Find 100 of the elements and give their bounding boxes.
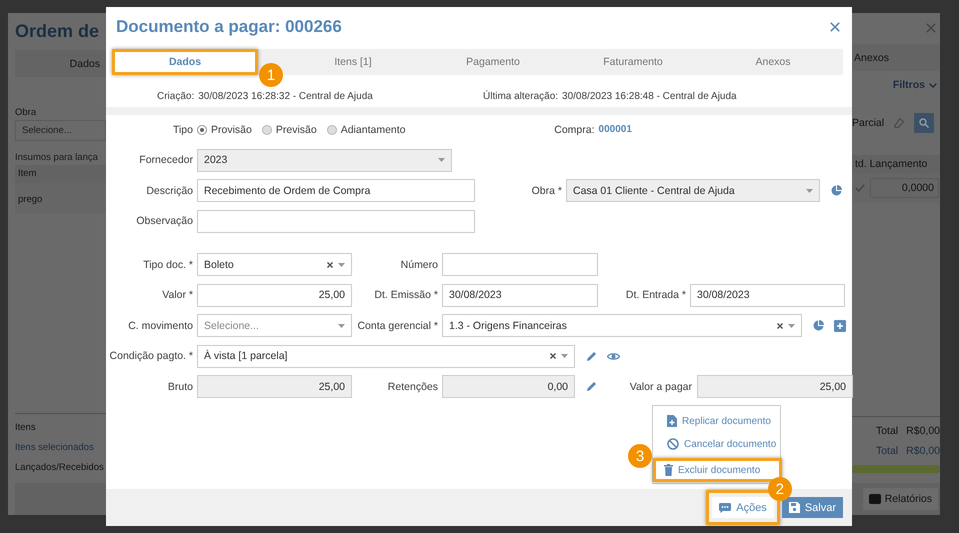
field-label: Valor * (161, 289, 194, 301)
field-label: Obra * (530, 184, 563, 196)
caret-icon (438, 158, 445, 162)
option-label: Parcial (852, 117, 884, 129)
pie-chart-icon[interactable] (813, 320, 824, 331)
info-label: Criação: (157, 90, 194, 102)
total-label: Total (876, 445, 898, 456)
caret-icon (806, 188, 813, 192)
clear-icon (550, 353, 556, 359)
field-label: Descrição (145, 184, 194, 196)
save-button[interactable]: Salvar (782, 497, 843, 518)
chat-bubble-icon (719, 502, 732, 512)
close-button[interactable] (828, 20, 842, 34)
input-field[interactable]: Recebimento de Ordem de Compra (197, 179, 475, 202)
table-header-cell: td. Lançamento (852, 155, 940, 173)
close-icon (926, 23, 936, 33)
field-label: Dt. Entrada * (624, 289, 687, 301)
chevron-down-icon (929, 82, 937, 88)
caret-icon (561, 354, 568, 358)
field-label: Compra: (553, 124, 596, 136)
info-value: 30/08/2023 16:28:48 - Central de Ajuda (562, 90, 737, 102)
close-icon (830, 22, 840, 32)
input-field[interactable]: 25,00 (697, 375, 853, 398)
input-field[interactable]: 30/08/2023 (690, 284, 845, 306)
add-icon[interactable] (834, 320, 846, 332)
radio-button[interactable]: Adiantamento (326, 124, 406, 136)
input-field[interactable]: 25,00 (197, 375, 352, 398)
select-field[interactable]: Selecione... (197, 314, 352, 337)
field-label: Condição pagto. * (108, 350, 194, 362)
info-value: 30/08/2023 16:28:32 - Central de Ajuda (198, 90, 373, 102)
field-label: Bruto (166, 380, 194, 392)
eraser-icon (894, 118, 904, 128)
menu-item[interactable]: Replicar documento (656, 412, 777, 430)
total-label: Total (876, 425, 898, 436)
step-badge: 1 (259, 63, 283, 87)
eye-icon[interactable] (607, 352, 620, 360)
summary-label: Itens selecionados (15, 442, 95, 453)
tab[interactable]: Itens [1] (283, 49, 423, 75)
pencil-icon[interactable] (586, 381, 597, 392)
field-label: Obra (15, 107, 38, 118)
tab[interactable]: Anexos (703, 49, 843, 75)
pie-chart-icon[interactable] (831, 185, 842, 196)
trash-icon (664, 464, 673, 476)
filters-toggle[interactable]: Filtros (892, 79, 940, 91)
select-field[interactable]: Boleto (197, 253, 352, 276)
input-field[interactable]: 25,00 (197, 284, 352, 306)
total-value: R$0,00 (906, 425, 940, 436)
caret-icon (338, 262, 345, 266)
radio-button[interactable]: Previsão (262, 124, 317, 136)
search-button[interactable] (914, 113, 934, 133)
clear-icon (777, 322, 783, 328)
field-label: Valor a pagar (628, 380, 693, 392)
menu-item[interactable]: Excluir documento (656, 461, 779, 479)
tab[interactable]: Pagamento (423, 49, 563, 75)
field-label: Tipo doc. * (142, 258, 194, 270)
summary-label: Itens (15, 422, 37, 433)
tab[interactable]: Dados (115, 52, 255, 72)
input-field[interactable]: 30/08/2023 (442, 284, 598, 306)
field-label: Retenções (386, 380, 439, 392)
dialog-title: Documento a pagar: 000266 (116, 17, 342, 37)
search-icon (919, 118, 930, 128)
reports-button[interactable]: Relatórios (862, 488, 938, 510)
table-cell: prego (15, 183, 106, 213)
pencil-icon[interactable] (586, 350, 597, 362)
select-field[interactable]: Selecione... (15, 120, 106, 141)
caret-icon (338, 324, 345, 328)
field-label: Conta gerencial * (356, 320, 439, 332)
actions-button[interactable]: Ações (712, 497, 774, 518)
field-label: Número (400, 258, 439, 270)
section-label: Insumos para lança (15, 152, 99, 163)
summary-label: Lançados/Recebidos (15, 462, 105, 473)
clear-icon (327, 262, 333, 268)
input-field[interactable]: 0,0000 (870, 178, 939, 198)
radio-button[interactable]: Provisão (197, 124, 252, 136)
file-plus-icon (667, 415, 677, 427)
step-badge: 3 (628, 444, 652, 468)
info-label: Última alteração: (483, 90, 558, 102)
table-header-cell: Item (15, 165, 106, 183)
page-title: Ordem de (15, 21, 100, 43)
select-field[interactable]: 1.3 - Origens Financeiras (442, 314, 802, 337)
field-label: Tipo (172, 124, 194, 136)
input-field[interactable] (442, 253, 598, 276)
select-field[interactable]: À vista [1 parcela] (197, 344, 575, 368)
input-field[interactable] (197, 210, 475, 232)
tab[interactable]: Faturamento (563, 49, 703, 75)
field-label: Fornecedor (138, 154, 194, 166)
tab[interactable]: Anexos (854, 52, 890, 64)
input-field[interactable]: 0,00 (442, 375, 575, 398)
purchase-link[interactable]: 000001 (598, 124, 632, 135)
field-label: Dt. Emissão * (373, 289, 439, 301)
tab[interactable]: Dados (70, 58, 100, 70)
field-label: Observação (135, 215, 194, 227)
ban-icon (667, 438, 679, 450)
field-label: C. movimento (127, 320, 194, 332)
select-field[interactable]: Casa 01 Cliente - Central de Ajuda (566, 179, 820, 202)
total-value: R$0,00 (906, 445, 940, 456)
select-field[interactable]: 2023 (197, 148, 452, 172)
caret-icon (788, 324, 795, 328)
menu-item[interactable]: Cancelar documento (656, 435, 777, 453)
check-icon (855, 184, 865, 192)
